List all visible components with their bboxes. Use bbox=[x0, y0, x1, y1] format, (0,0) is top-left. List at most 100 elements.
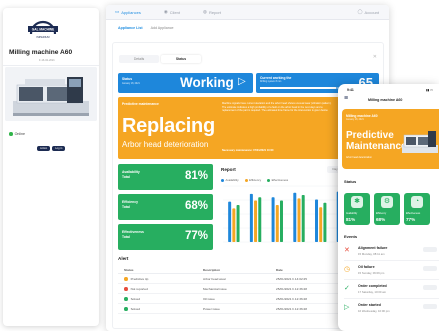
gear-icon: ✱ bbox=[351, 196, 363, 208]
chart-icon: ◍ bbox=[203, 9, 207, 14]
event-item[interactable]: ✓ Order completed 17 Saturday, 10:00 am bbox=[344, 283, 439, 299]
legend-swatch bbox=[267, 178, 271, 182]
row-description: Arbor head wear bbox=[203, 277, 226, 281]
detail-tabs: Details Status bbox=[119, 55, 201, 63]
nav-appliances-label: Appliances bbox=[121, 9, 141, 15]
maintenance-label: Predictive maintenance bbox=[122, 102, 159, 106]
brand-logo: GAL MACHINE IMPERIUM bbox=[25, 14, 61, 42]
tab-status[interactable]: Status bbox=[161, 55, 201, 63]
mobile-app: 9:41 ▮▮ ▭ ≡ Milling machine A60 Milling … bbox=[338, 84, 439, 331]
phone-tile-effectiveness[interactable]: ◔ Effectiveness 77% bbox=[404, 193, 430, 225]
event-item[interactable]: ◷ Oil failure 15 Sunday, 06:09 pm bbox=[344, 264, 439, 280]
kpi-value: 68% bbox=[184, 200, 208, 212]
nav-report-label: Report bbox=[208, 9, 221, 15]
chart-bar-effectiveness bbox=[279, 200, 283, 242]
working-label: Current working the bbox=[260, 76, 292, 80]
row-description: Oil issue bbox=[203, 297, 215, 301]
status-banner: Status January 18, 2021 Working ▷ bbox=[118, 73, 253, 93]
row-status-text: Predictive tip bbox=[130, 277, 149, 281]
chart-bar-efficiency bbox=[297, 198, 301, 242]
phone-events-title: Events bbox=[344, 234, 358, 239]
col-description: Description bbox=[203, 268, 221, 272]
event-item[interactable]: ✕ Alignment failure 15 Monday, 08:11 am bbox=[344, 245, 439, 261]
status-value: Working bbox=[180, 75, 234, 90]
event-item[interactable]: ▷ Order started 16 Wednesday, 10:00 pm bbox=[344, 302, 439, 318]
subnav-appliance-list[interactable]: Appliance List bbox=[118, 26, 143, 30]
phone-maintenance-hero[interactable]: Milling machine A60 January 18, 2021 Pre… bbox=[342, 109, 439, 169]
signal-battery-icon: ▮▮ ▭ bbox=[426, 88, 433, 92]
event-title: Alignment failure bbox=[358, 246, 388, 250]
chart-bar-efficiency bbox=[275, 205, 279, 242]
kpi-value: 81% bbox=[184, 170, 208, 182]
divider bbox=[3, 65, 99, 66]
appliance-icon: ▭ bbox=[115, 9, 120, 14]
event-date: 17 Saturday, 10:00 am bbox=[358, 290, 387, 294]
online-status: Online bbox=[9, 132, 25, 136]
working-sub: Drilling system 8 mm bbox=[260, 81, 282, 83]
machine-thumbnail bbox=[402, 131, 438, 153]
row-status: Predictive tip bbox=[124, 277, 148, 281]
phone-tile-availability[interactable]: ✱ Availability 81% bbox=[344, 193, 370, 225]
chart-bar-availability bbox=[249, 193, 253, 242]
play-icon: ▷ bbox=[344, 304, 350, 311]
close-icon[interactable]: ✕ bbox=[373, 54, 377, 60]
kpi-label: Efficiency bbox=[122, 200, 139, 204]
machine-sidebar: GAL MACHINE IMPERIUM Milling machine A60… bbox=[3, 8, 99, 326]
action-button[interactable]: Action bbox=[37, 146, 51, 151]
subnav-add-appliance[interactable]: Add Appliance bbox=[151, 26, 174, 30]
nav-appliances[interactable]: ▭ Appliances bbox=[115, 9, 141, 15]
chart-bar-effectiveness bbox=[236, 205, 240, 242]
gauge-icon: ◔ bbox=[411, 196, 423, 208]
alert-title: Alert bbox=[118, 256, 129, 261]
status-dot-icon bbox=[124, 287, 128, 291]
phone-tile-efficiency[interactable]: ⚙ Efficiency 68% bbox=[374, 193, 400, 225]
login-button[interactable]: Log in bbox=[52, 146, 66, 151]
row-status: Not reported bbox=[124, 287, 148, 291]
kpi-sublabel: Total bbox=[122, 175, 130, 179]
legend-swatch bbox=[221, 178, 224, 182]
chart-legend: Availability Efficiency Effectiveness bbox=[221, 178, 288, 182]
event-tag bbox=[423, 304, 437, 309]
machine-photo bbox=[5, 67, 97, 121]
tile-label: Effectiveness bbox=[406, 212, 421, 215]
maintenance-value: Replacing bbox=[122, 115, 215, 137]
row-date: 25/01/2021 h.12:36:28 bbox=[276, 287, 307, 291]
machine-id: F-16-02-2021 bbox=[39, 59, 55, 62]
event-title: Order started bbox=[358, 303, 381, 307]
event-date: 15 Monday, 08:11 am bbox=[358, 252, 385, 256]
tile-value: 81% bbox=[346, 217, 356, 222]
nav-client[interactable]: ◉ Client bbox=[164, 9, 180, 15]
legend-label: Effectiveness bbox=[271, 178, 289, 182]
logo-text: GAL MACHINE bbox=[32, 27, 54, 31]
hero-title: Predictive Maintenance bbox=[346, 130, 407, 152]
tile-label: Efficiency bbox=[376, 212, 387, 215]
kpi-effectiveness: Effectiveness Total 77% bbox=[118, 224, 213, 250]
row-description: Power issue bbox=[203, 307, 220, 311]
tile-label: Availability bbox=[346, 212, 358, 215]
chart-bar-availability bbox=[315, 199, 319, 242]
maintenance-description: Machine signals have current deviation a… bbox=[222, 102, 332, 113]
chart-bar-availability bbox=[293, 192, 297, 242]
nav-account[interactable]: ◯ Account bbox=[358, 9, 380, 15]
phone-title: Milling machine A60 bbox=[368, 98, 403, 102]
warning-icon: ◷ bbox=[344, 266, 351, 273]
maintenance-date: Necessary maintenance: 07/01/2021 10:00 bbox=[222, 149, 274, 152]
hamburger-menu-icon[interactable]: ≡ bbox=[344, 95, 348, 102]
chart-bar-efficiency bbox=[254, 200, 258, 242]
user-icon: ◉ bbox=[163, 9, 168, 14]
kpi-value: 77% bbox=[184, 230, 208, 242]
nav-report[interactable]: ◍ Report bbox=[203, 9, 221, 15]
hero-date: January 18, 2021 bbox=[346, 119, 364, 121]
divider bbox=[344, 298, 439, 299]
chart-bar-effectiveness bbox=[258, 197, 262, 242]
legend-label: Availability bbox=[225, 178, 239, 182]
sub-nav: Appliance List Add Appliance bbox=[106, 23, 174, 33]
legend-swatch bbox=[244, 178, 248, 182]
status-dot-icon bbox=[124, 307, 128, 311]
row-status-text: Solved bbox=[130, 307, 141, 311]
maintenance-sub: Arbor head deterioration bbox=[122, 140, 209, 149]
tab-details[interactable]: Details bbox=[119, 55, 159, 63]
event-tag bbox=[423, 266, 437, 271]
nav-account-label: Account bbox=[364, 9, 379, 15]
legend-availability: Availability bbox=[221, 178, 239, 182]
